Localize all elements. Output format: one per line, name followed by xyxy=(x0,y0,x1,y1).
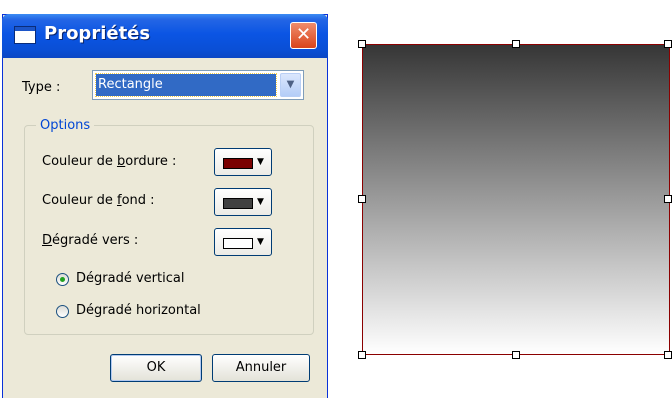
radio-button-icon xyxy=(56,273,69,286)
dropdown-arrow-icon: ▼ xyxy=(257,237,264,247)
fill-color-swatch xyxy=(223,198,253,209)
dropdown-arrow-icon: ▼ xyxy=(257,197,264,207)
close-button[interactable]: ✕ xyxy=(290,22,317,49)
fill-color-label: Couleur de fond : xyxy=(42,193,155,208)
dropdown-arrow-icon: ▼ xyxy=(257,157,264,167)
radio-gradient-vertical-label: Dégradé vertical xyxy=(76,271,185,286)
fill-color-button[interactable]: ▼ xyxy=(214,188,272,216)
resize-handle-bottom[interactable] xyxy=(512,351,520,359)
radio-gradient-horizontal-label: Dégradé horizontal xyxy=(76,303,201,318)
resize-handle-right[interactable] xyxy=(664,195,672,203)
gradient-to-button[interactable]: ▼ xyxy=(214,228,272,256)
chevron-down-icon[interactable]: ▼ xyxy=(280,73,301,97)
gradient-to-label: Dégradé vers : xyxy=(42,233,139,248)
resize-handle-top-left[interactable] xyxy=(358,40,366,48)
cancel-button[interactable]: Annuler xyxy=(212,354,310,382)
type-selected-value: Rectangle xyxy=(95,73,277,97)
resize-handle-top[interactable] xyxy=(512,40,520,48)
window-icon xyxy=(14,26,36,44)
ok-button[interactable]: OK xyxy=(110,354,202,382)
resize-handle-top-right[interactable] xyxy=(664,40,672,48)
border-color-label: Couleur de bordure : xyxy=(42,154,177,169)
resize-handle-bottom-left[interactable] xyxy=(358,351,366,359)
options-group-label: Options xyxy=(36,118,95,133)
type-select[interactable]: Rectangle ▼ xyxy=(92,70,304,100)
gradient-to-swatch xyxy=(223,238,253,249)
close-icon: ✕ xyxy=(295,24,312,45)
dialog-titlebar[interactable]: Propriétés ✕ xyxy=(2,14,328,58)
dialog-title: Propriétés xyxy=(44,23,151,44)
selected-rectangle-shape[interactable] xyxy=(362,44,670,355)
resize-handle-left[interactable] xyxy=(358,195,366,203)
border-color-button[interactable]: ▼ xyxy=(214,148,272,176)
resize-handle-bottom-right[interactable] xyxy=(664,351,672,359)
type-label: Type : xyxy=(22,80,61,95)
radio-button-icon xyxy=(56,305,69,318)
border-color-swatch xyxy=(223,158,253,169)
